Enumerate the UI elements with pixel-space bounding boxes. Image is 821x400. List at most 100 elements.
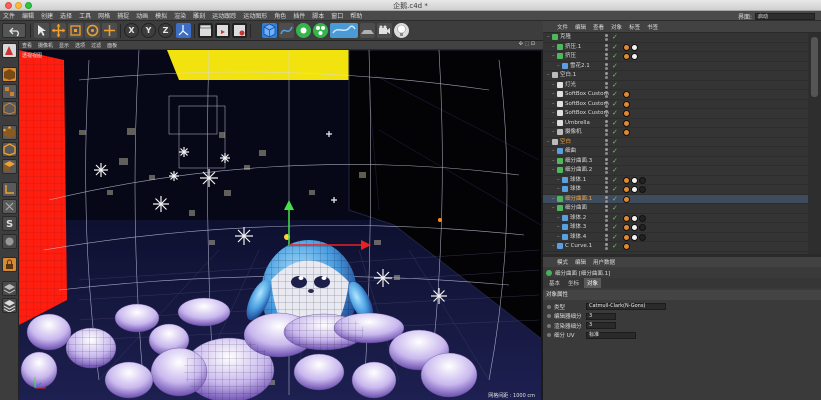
object-row[interactable]: – 挤压.1 ✓	[543, 43, 808, 52]
fold-toggle-icon[interactable]: –	[552, 120, 555, 126]
material-tag-icon[interactable]	[631, 224, 638, 231]
fold-toggle-icon[interactable]: –	[552, 129, 555, 135]
menu-item[interactable]: 渲染	[174, 11, 186, 20]
viewport-menu-item[interactable]: 显示	[59, 42, 69, 49]
render-picture-viewer-button[interactable]	[215, 23, 230, 38]
enabled-check-icon[interactable]: ✓	[612, 166, 618, 174]
material-tag-icon[interactable]	[631, 43, 638, 51]
enabled-check-icon[interactable]: ✓	[612, 81, 618, 89]
material-tag-icon[interactable]	[623, 214, 630, 222]
object-name[interactable]: 细分曲面	[565, 204, 587, 213]
object-row[interactable]: – 空白.1 ✓	[543, 71, 808, 81]
render-visibility-dot[interactable]	[605, 161, 608, 165]
object-name[interactable]: 摄像机	[565, 128, 582, 137]
y-axis-button[interactable]: Y	[141, 23, 156, 38]
attribute-tab[interactable]: 对象	[584, 278, 602, 288]
material-tag-icon[interactable]	[623, 91, 630, 98]
menu-item[interactable]: 选择	[60, 11, 72, 20]
polygon-mode-button[interactable]	[2, 159, 17, 174]
attribute-menu-item[interactable]: 编辑	[575, 258, 586, 266]
make-editable-button[interactable]	[2, 43, 17, 58]
material-tag-icon[interactable]	[623, 176, 630, 184]
workplane-mode-button[interactable]	[2, 101, 17, 116]
material-tag-icon[interactable]	[623, 233, 630, 241]
render-visibility-dot[interactable]	[605, 180, 608, 184]
object-name[interactable]: 细曲	[565, 147, 576, 156]
recent-tools-button[interactable]	[102, 23, 117, 38]
editor-visibility-dot[interactable]	[605, 214, 608, 218]
render-visibility-dot[interactable]	[605, 123, 608, 127]
attribute-menu-item[interactable]: 用户数据	[593, 258, 615, 266]
viewport-menu-item[interactable]: 选项	[75, 42, 85, 49]
render-visibility-dot[interactable]	[605, 66, 608, 70]
render-view-button[interactable]	[198, 23, 213, 38]
editor-visibility-dot[interactable]	[605, 157, 608, 161]
attribute-menu-item[interactable]: 模式	[557, 258, 568, 266]
render-visibility-dot[interactable]	[605, 85, 608, 89]
viewport-controls[interactable]: ✣ ⬚ ⊡	[519, 41, 535, 47]
editor-visibility-dot[interactable]	[605, 43, 608, 47]
add-camera-button[interactable]	[377, 23, 392, 38]
viewport-menu-item[interactable]: 查看	[22, 42, 32, 49]
viewport-menu-item[interactable]: 摄像机	[38, 42, 53, 49]
object-row[interactable]: – SoftBox Custom ✓	[543, 100, 808, 109]
object-row[interactable]: – 细分曲面.1 ✓	[543, 194, 808, 204]
attribute-value-field[interactable]: 标准	[586, 331, 636, 339]
object-row[interactable]: – 球体.3 ✓	[543, 223, 808, 233]
object-name[interactable]: C Curve.1	[565, 242, 592, 251]
editor-visibility-dot[interactable]	[605, 53, 608, 56]
fold-toggle-icon[interactable]: –	[552, 205, 555, 211]
object-name[interactable]: 细分曲面.3	[565, 157, 592, 166]
object-name[interactable]: 球体	[570, 185, 581, 194]
enabled-check-icon[interactable]: ✓	[612, 43, 618, 51]
object-manager-menu-item[interactable]: 查看	[593, 23, 604, 31]
add-environment-button[interactable]	[360, 23, 375, 38]
fold-toggle-icon[interactable]: –	[552, 110, 555, 116]
object-row[interactable]: – 雪花2.1 ✓	[543, 62, 808, 71]
rotate-button[interactable]	[85, 23, 100, 38]
material-tag-icon[interactable]	[623, 110, 630, 117]
enabled-check-icon[interactable]: ✓	[612, 62, 618, 70]
material-tag-icon[interactable]	[623, 186, 630, 193]
add-spline-button[interactable]	[279, 23, 294, 38]
object-name[interactable]: 克隆	[560, 33, 571, 42]
object-row[interactable]: – 球体.1 ✓	[543, 176, 808, 185]
editor-visibility-dot[interactable]	[605, 100, 608, 104]
material-tag-icon[interactable]	[631, 186, 638, 193]
enabled-check-icon[interactable]: ✓	[612, 242, 618, 250]
fold-toggle-icon[interactable]: –	[547, 72, 550, 78]
add-cube-button[interactable]	[262, 23, 277, 38]
menu-item[interactable]: 文件	[3, 11, 15, 20]
fold-toggle-icon[interactable]: –	[557, 63, 560, 69]
enabled-check-icon[interactable]: ✓	[612, 157, 618, 165]
menu-item[interactable]: 插件	[293, 11, 305, 20]
enabled-check-icon[interactable]: ✓	[612, 195, 618, 203]
object-row[interactable]: – 灯光 ✓	[543, 81, 808, 90]
enabled-check-icon[interactable]: ✓	[612, 147, 618, 155]
editor-visibility-dot[interactable]	[605, 34, 608, 37]
object-row[interactable]: – 空白 ✓	[543, 138, 808, 147]
add-cloner-button[interactable]	[313, 23, 328, 38]
object-name[interactable]: 灯光	[565, 81, 576, 90]
editor-visibility-dot[interactable]	[605, 195, 608, 199]
enabled-check-icon[interactable]: ✓	[612, 214, 618, 222]
menu-item[interactable]: 脚本	[312, 11, 324, 20]
menu-item[interactable]: 模拟	[155, 11, 167, 20]
texture-mode-button[interactable]	[2, 84, 17, 99]
material-tag-icon[interactable]	[639, 214, 646, 222]
object-name[interactable]: Umbrella	[565, 119, 590, 128]
object-row[interactable]: – 克隆 ✓	[543, 33, 808, 43]
fold-toggle-icon[interactable]: –	[552, 243, 555, 249]
object-row[interactable]: – 细分曲面 ✓	[543, 204, 808, 214]
object-name[interactable]: SoftBox Custom	[565, 109, 609, 118]
material-tag-icon[interactable]	[631, 233, 638, 241]
render-visibility-dot[interactable]	[605, 95, 608, 98]
editor-visibility-dot[interactable]	[605, 119, 608, 123]
menu-item[interactable]: 运动图形	[243, 11, 267, 20]
attribute-value-field[interactable]: 3	[586, 322, 616, 329]
material-tag-icon[interactable]	[639, 186, 646, 193]
editor-visibility-dot[interactable]	[605, 148, 608, 151]
fold-toggle-icon[interactable]: –	[552, 53, 555, 59]
editor-visibility-dot[interactable]	[605, 72, 608, 75]
viewport-3d[interactable]: 透视视图 网格间距 : 1000 cm	[19, 50, 543, 400]
